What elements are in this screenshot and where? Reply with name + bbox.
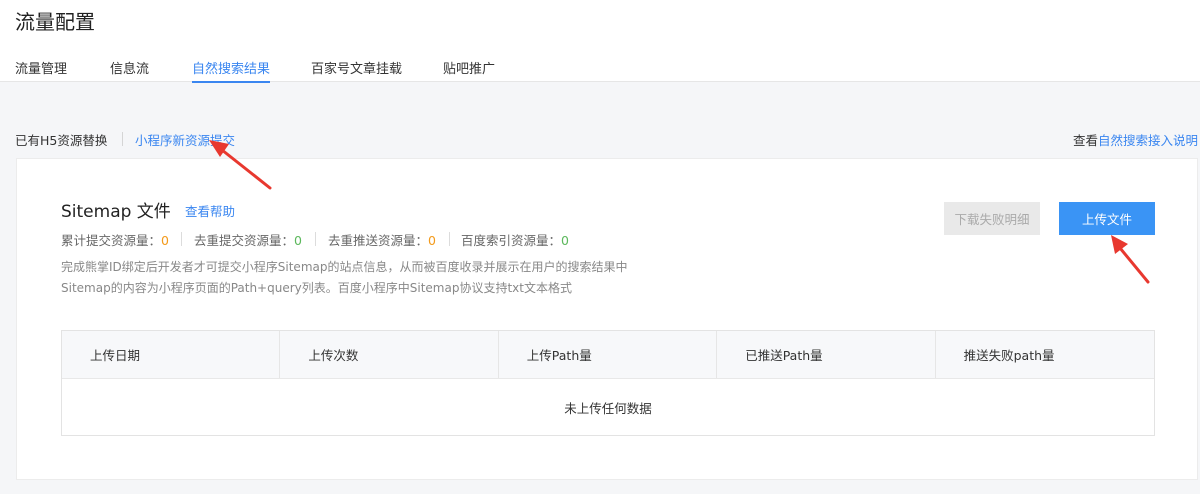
help-guide-prefix: 查看 bbox=[1072, 133, 1098, 148]
upload-history-table: 上传日期 上传次数 上传Path量 已推送Path量 推送失败path量 未上传… bbox=[61, 330, 1155, 436]
stat-value: 0 bbox=[428, 233, 436, 248]
subnav-new-resource[interactable]: 小程序新资源提交 bbox=[135, 130, 235, 149]
tab-tieba[interactable]: 贴吧推广 bbox=[443, 58, 495, 82]
col-upload-count: 上传次数 bbox=[280, 331, 499, 378]
sitemap-card: Sitemap 文件 查看帮助 累计提交资源量：0 去重提交资源量：0 去重推送… bbox=[16, 158, 1198, 480]
stat-label: 累计提交资源量： bbox=[61, 233, 162, 248]
stat-label: 百度索引资源量： bbox=[461, 233, 562, 248]
sub-navigation: 已有H5资源替换 小程序新资源提交 查看自然搜索接入说明 bbox=[0, 130, 1200, 150]
stat-label: 去重提交资源量： bbox=[194, 233, 295, 248]
stat-value: 0 bbox=[161, 233, 169, 248]
page-header: 流量配置 流量管理 信息流 自然搜索结果 百家号文章挂载 贴吧推广 bbox=[0, 0, 1200, 83]
sitemap-title: Sitemap 文件 bbox=[61, 202, 171, 222]
tab-feed[interactable]: 信息流 bbox=[110, 58, 149, 82]
stat-dedup-pushed: 去重推送资源量：0 bbox=[328, 230, 436, 249]
page-title: 流量配置 bbox=[15, 10, 95, 34]
sitemap-help-link[interactable]: 查看帮助 bbox=[185, 201, 235, 220]
table-empty-state: 未上传任何数据 bbox=[564, 400, 652, 416]
sitemap-description-line1: 完成熊掌ID绑定后开发者才可提交小程序Sitemap的站点信息，从而被百度收录并… bbox=[61, 260, 628, 274]
upload-file-button[interactable]: 上传文件 bbox=[1059, 202, 1155, 235]
stat-total-submitted: 累计提交资源量：0 bbox=[61, 230, 169, 249]
tab-traffic-management[interactable]: 流量管理 bbox=[15, 58, 67, 82]
stat-value: 0 bbox=[294, 233, 302, 248]
tab-natural-search[interactable]: 自然搜索结果 bbox=[192, 58, 271, 83]
subnav-divider bbox=[122, 132, 123, 146]
col-upload-date: 上传日期 bbox=[62, 331, 281, 378]
subnav-h5-replace[interactable]: 已有H5资源替换 bbox=[15, 130, 107, 149]
stat-baidu-indexed: 百度索引资源量：0 bbox=[461, 230, 569, 249]
tab-baijiahao[interactable]: 百家号文章挂载 bbox=[311, 58, 402, 82]
table-header: 上传日期 上传次数 上传Path量 已推送Path量 推送失败path量 bbox=[62, 331, 1154, 379]
stat-label: 去重推送资源量： bbox=[328, 233, 429, 248]
stat-divider bbox=[181, 232, 182, 246]
col-failed-path-count: 推送失败path量 bbox=[963, 348, 1055, 363]
col-pushed-path-count: 已推送Path量 bbox=[717, 331, 936, 378]
stat-divider bbox=[315, 232, 316, 246]
help-guide-link[interactable]: 自然搜索接入说明 bbox=[1098, 133, 1198, 148]
stat-divider bbox=[449, 232, 450, 246]
col-upload-path-count: 上传Path量 bbox=[499, 331, 718, 378]
sitemap-description-line2: Sitemap的内容为小程序页面的Path+query列表。百度小程序中Site… bbox=[61, 281, 572, 295]
stat-value: 0 bbox=[561, 233, 569, 248]
help-guide: 查看自然搜索接入说明 bbox=[1073, 130, 1198, 149]
download-failures-button[interactable]: 下载失败明细 bbox=[944, 202, 1040, 235]
stat-dedup-submitted: 去重提交资源量：0 bbox=[194, 230, 302, 249]
